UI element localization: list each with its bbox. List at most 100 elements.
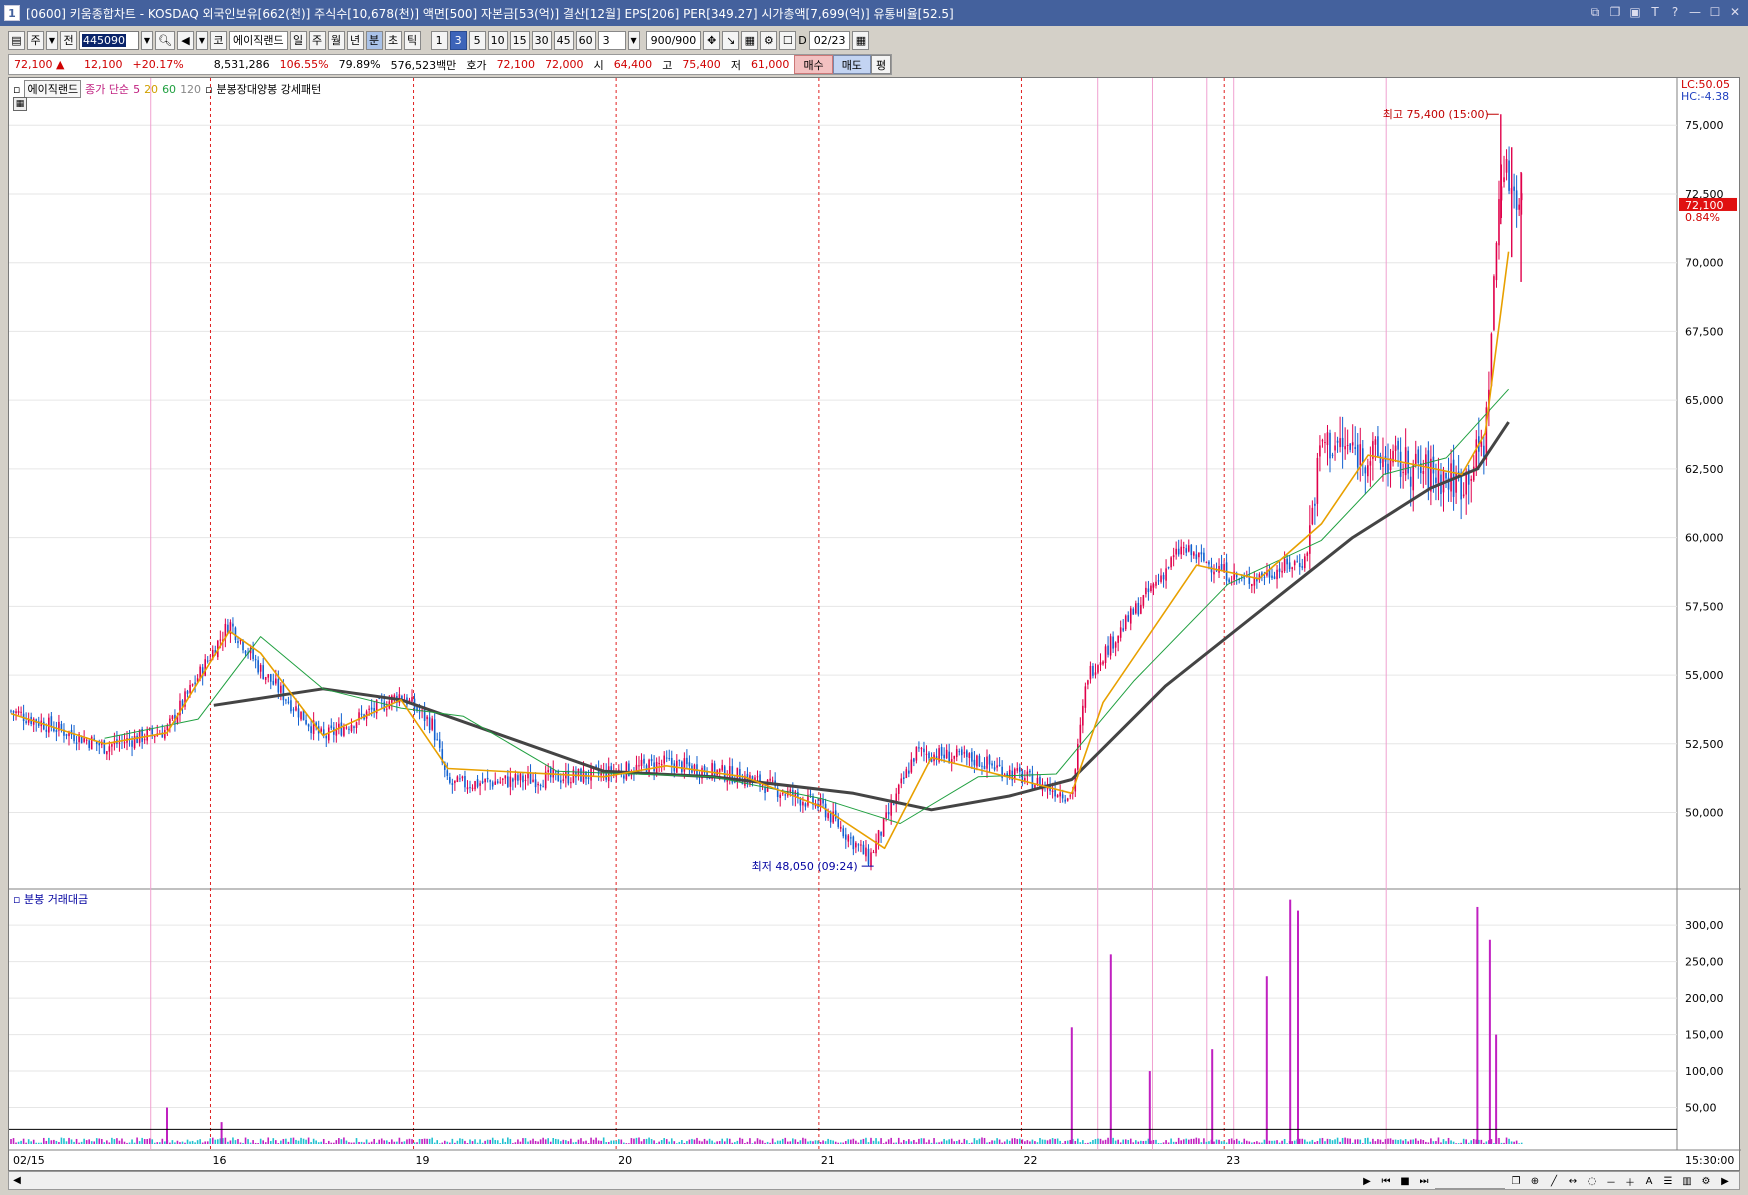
- legend-ma20[interactable]: 20: [144, 83, 158, 96]
- legend-ma120[interactable]: 120: [180, 83, 201, 96]
- market-label[interactable]: 코: [209, 30, 227, 50]
- restore-icon[interactable]: ▣: [1628, 4, 1642, 20]
- interval-45[interactable]: 45: [553, 30, 574, 50]
- legend-ma60[interactable]: 60: [162, 83, 176, 96]
- sound-icon[interactable]: ◀: [176, 30, 194, 50]
- settings-icon[interactable]: ✥: [703, 30, 721, 50]
- candle-body: [1374, 439, 1377, 445]
- gear-icon[interactable]: ⚙: [760, 30, 778, 50]
- volume-bar: [686, 1141, 688, 1144]
- interval-dropdown-icon[interactable]: ▼: [627, 30, 640, 50]
- tab-week[interactable]: 주: [308, 30, 326, 50]
- scroll-right-icon[interactable]: ▶: [1717, 1173, 1733, 1190]
- crosshair-icon[interactable]: ⊕: [1527, 1173, 1543, 1190]
- volume-bar: [625, 1143, 628, 1144]
- candle-body: [1203, 552, 1205, 561]
- volume-bar: [1084, 1143, 1087, 1144]
- calendar-icon[interactable]: ▦: [852, 30, 870, 50]
- count-field[interactable]: 900/900: [645, 30, 702, 50]
- legend-ma5[interactable]: 5: [133, 83, 140, 96]
- volume-bar: [489, 1139, 491, 1144]
- volume-bar: [249, 1142, 252, 1144]
- candle-body: [1087, 680, 1089, 685]
- sound-dropdown-icon[interactable]: ▼: [195, 30, 208, 50]
- minimize-icon[interactable]: —: [1688, 4, 1702, 20]
- candle-body: [897, 784, 900, 794]
- zoom-out-icon[interactable]: －: [1603, 1173, 1619, 1190]
- average-button[interactable]: 평: [870, 55, 892, 74]
- volume-bar: [1026, 1140, 1029, 1144]
- zoom-slider[interactable]: [1435, 1173, 1505, 1190]
- list-icon[interactable]: ☰: [1660, 1173, 1676, 1190]
- date-field[interactable]: 02/23: [808, 30, 851, 50]
- copy-icon[interactable]: ❐: [1608, 4, 1622, 20]
- legend-pattern[interactable]: 분봉장대양봉 강세패턴: [217, 81, 322, 97]
- copy-icon-2[interactable]: ❐: [1508, 1173, 1524, 1190]
- candle-body: [446, 770, 449, 777]
- volume-bar: [1485, 1141, 1488, 1144]
- interval-15[interactable]: 15: [509, 30, 530, 50]
- time-label: 15:30:00: [1685, 1154, 1734, 1167]
- magnifier-icon[interactable]: ◌: [1584, 1173, 1600, 1190]
- legend-indicator[interactable]: 종가 단순: [85, 81, 129, 97]
- close-icon[interactable]: ✕: [1728, 4, 1742, 20]
- maximize-icon[interactable]: ☐: [1708, 4, 1722, 20]
- tab-year[interactable]: 년: [346, 30, 364, 50]
- chevron-down-icon[interactable]: ▼: [46, 30, 58, 50]
- volume-bar: [827, 1138, 829, 1144]
- candle-body: [474, 781, 476, 790]
- tools-icon[interactable]: ↘: [722, 30, 740, 50]
- interval-60[interactable]: 60: [575, 30, 596, 50]
- tab-day[interactable]: 일: [289, 30, 307, 50]
- legend-stock-name[interactable]: 에이직랜드: [24, 80, 82, 98]
- grid-toggle-icon[interactable]: ▦: [13, 97, 27, 111]
- layout-icon[interactable]: ▤: [8, 30, 25, 50]
- stock-chart[interactable]: 75,00072,50070,00067,50065,00062,50060,0…: [9, 78, 1741, 1172]
- volume-bar: [136, 1137, 138, 1144]
- sell-button[interactable]: 매도: [832, 55, 871, 74]
- last-icon[interactable]: ⏭: [1416, 1173, 1432, 1190]
- stock-code-input[interactable]: 445090: [79, 30, 139, 50]
- period-type-select[interactable]: 전: [60, 30, 77, 50]
- tab-minute[interactable]: 분: [365, 30, 383, 50]
- trendline-icon[interactable]: ╱: [1546, 1173, 1562, 1190]
- interval-30[interactable]: 30: [531, 30, 552, 50]
- candle-body: [1505, 159, 1508, 173]
- candle-body: [900, 778, 903, 784]
- market-select[interactable]: 주: [27, 30, 44, 50]
- save-icon[interactable]: ▦: [741, 30, 759, 50]
- link-icon[interactable]: ⧉: [1588, 4, 1602, 20]
- scroll-left-icon[interactable]: ◀: [9, 1172, 25, 1189]
- interval-5[interactable]: 5: [468, 30, 486, 50]
- candle-body: [1066, 798, 1069, 801]
- play-icon[interactable]: ▶: [1359, 1173, 1375, 1190]
- interval-10[interactable]: 10: [487, 30, 508, 50]
- first-icon[interactable]: ⏮: [1378, 1173, 1394, 1190]
- font-icon[interactable]: T: [1648, 4, 1662, 20]
- code-dropdown-icon[interactable]: ▼: [141, 30, 153, 50]
- window-number[interactable]: 1: [4, 5, 20, 21]
- tab-month[interactable]: 월: [327, 30, 345, 50]
- tab-tick[interactable]: 틱: [403, 30, 421, 50]
- buy-button[interactable]: 매수: [794, 55, 833, 74]
- volume-bar: [577, 1139, 580, 1144]
- interval-value-field[interactable]: 3: [597, 30, 626, 50]
- help-icon[interactable]: ?: [1668, 4, 1682, 20]
- stop-icon[interactable]: ■: [1397, 1173, 1413, 1190]
- interval-1[interactable]: 1: [430, 30, 448, 50]
- stock-name-field[interactable]: 에이직랜드: [228, 30, 288, 50]
- ruler-icon[interactable]: ↔: [1565, 1173, 1581, 1190]
- interval-3[interactable]: 3: [449, 30, 467, 50]
- panel-icon[interactable]: ▥: [1679, 1173, 1695, 1190]
- volume-bar: [839, 1142, 842, 1144]
- zoom-in-icon[interactable]: ＋: [1622, 1173, 1638, 1190]
- tab-second[interactable]: 초: [384, 30, 402, 50]
- search-icon[interactable]: 🔍︎: [155, 30, 175, 50]
- date-checkbox[interactable]: ☐: [779, 30, 797, 50]
- volume-bar: [1127, 1140, 1130, 1144]
- chart-scrollbar[interactable]: ◀ ▶ ⏮ ■ ⏭ ❐ ⊕ ╱ ↔ ◌ － ＋ A ☰ ▥ ⚙ ▶: [8, 1171, 1740, 1190]
- volume-bar: [799, 1140, 802, 1144]
- settings-icon-2[interactable]: ⚙: [1698, 1173, 1714, 1190]
- chart-area[interactable]: 75,000 72,500 70,000 67,500 65,000 62,500 60,0…: [8, 77, 1741, 1172]
- text-icon[interactable]: A: [1641, 1173, 1657, 1190]
